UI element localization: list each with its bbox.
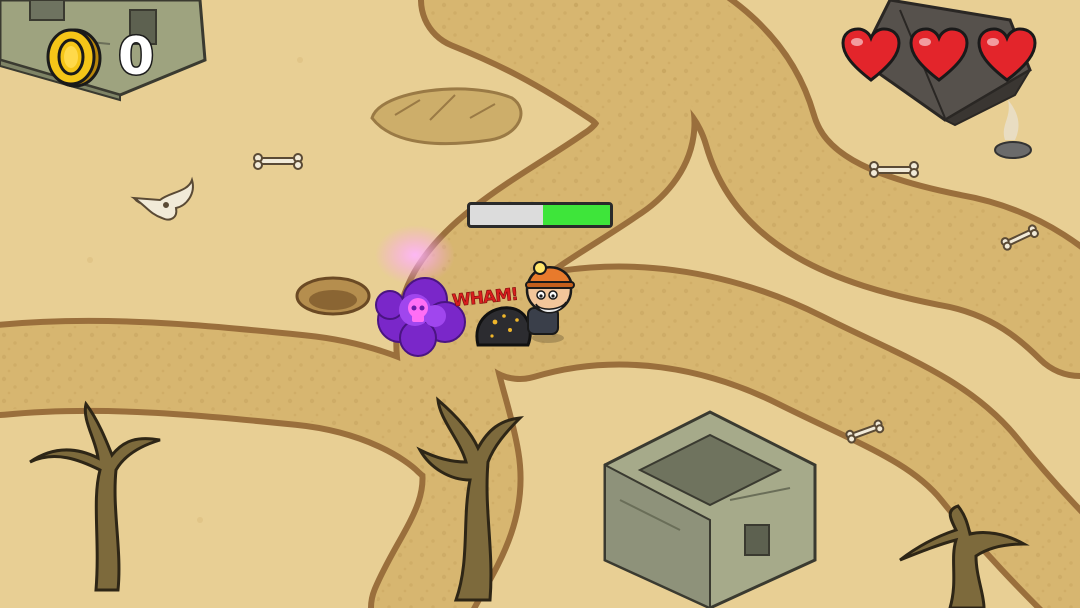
heart-icon <box>909 27 969 82</box>
coin-counter: 0 <box>44 26 156 88</box>
ground-hole <box>295 276 371 316</box>
health-bar-fill <box>542 205 610 225</box>
heart-icon <box>841 27 901 82</box>
heart-icon <box>977 27 1037 82</box>
desert-map <box>0 0 1080 608</box>
lives-hearts <box>840 26 1038 84</box>
game-viewport[interactable]: 0 WHAM! <box>0 0 1080 608</box>
coin-count: 0 <box>116 27 155 87</box>
player-health-bar <box>467 202 613 228</box>
coin-icon <box>46 28 102 88</box>
